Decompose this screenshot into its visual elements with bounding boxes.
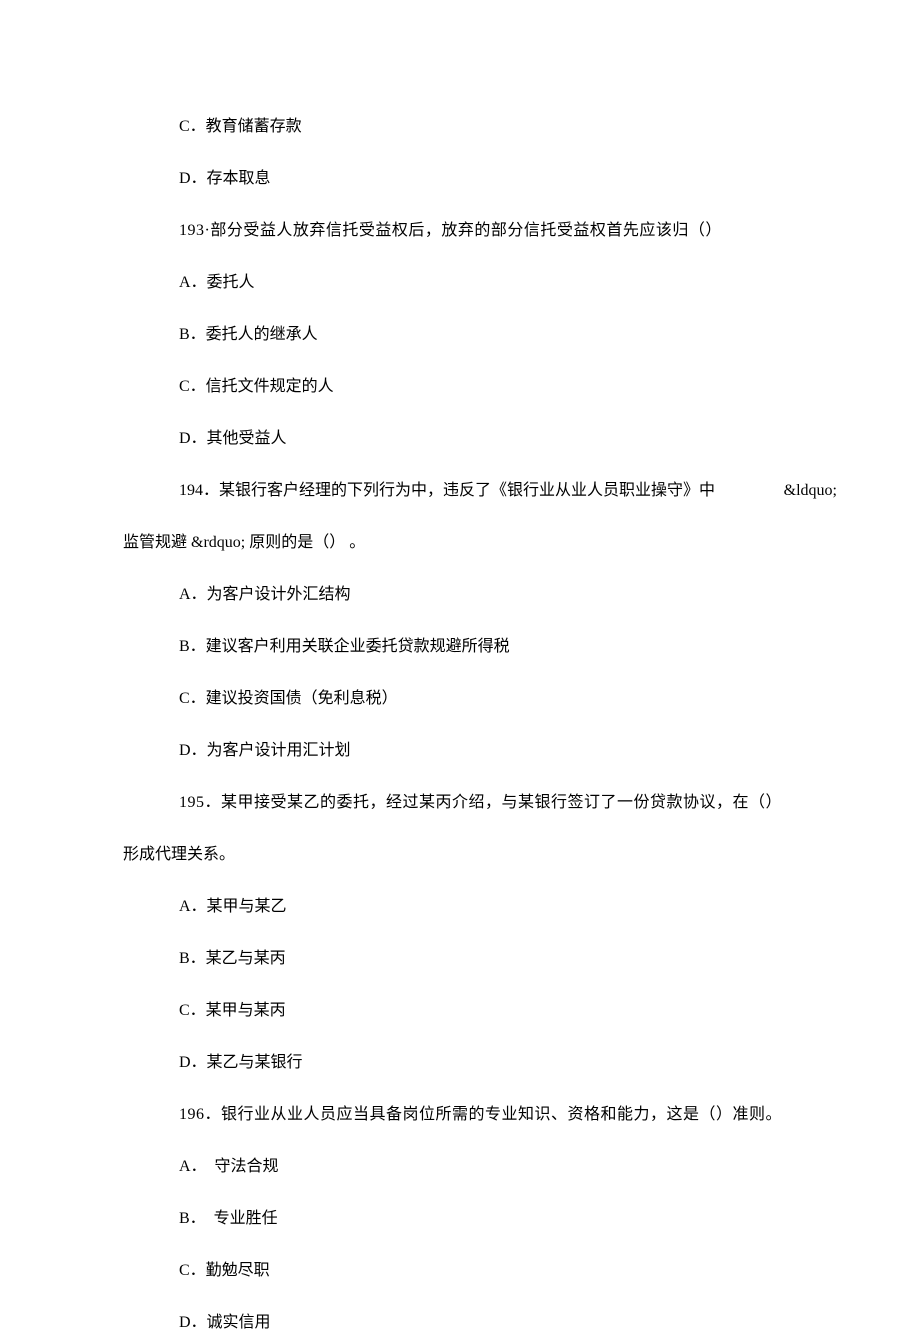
- text-line: A．为客户设计外汇结构: [123, 583, 870, 607]
- text-line: B．建议客户利用关联企业委托贷款规避所得税: [123, 635, 870, 659]
- text-line: D．存本取息: [123, 167, 870, 191]
- text-line: 195．某甲接受某乙的委托，经过某丙介绍，与某银行签订了一份贷款协议，在（）: [123, 791, 870, 815]
- text-line: 监管规避 &rdquo; 原则的是（） 。: [123, 531, 870, 555]
- text-line: B．某乙与某丙: [123, 947, 870, 971]
- text-line: C．某甲与某丙: [123, 999, 870, 1023]
- text-line: C．信托文件规定的人: [123, 375, 870, 399]
- text-line: 196．银行业从业人员应当具备岗位所需的专业知识、资格和能力，这是（）准则。: [123, 1103, 870, 1127]
- text-line: D．某乙与某银行: [123, 1051, 870, 1075]
- text-line: 194．某银行客户经理的下列行为中，违反了《银行业从业人员职业操守》中&ldqu…: [123, 479, 870, 503]
- text-line: 193·部分受益人放弃信托受益权后，放弃的部分信托受益权首先应该归（）: [123, 219, 870, 243]
- text-line: 形成代理关系。: [123, 843, 870, 867]
- document-content: C．教育储蓄存款 D．存本取息 193·部分受益人放弃信托受益权后，放弃的部分信托受…: [123, 115, 870, 1335]
- text-line: C．建议投资国债（免利息税）: [123, 687, 870, 711]
- text-line: A．委托人: [123, 271, 870, 295]
- text-line: C．教育储蓄存款: [123, 115, 870, 139]
- text-line: D．其他受益人: [123, 427, 870, 451]
- text-line: D．为客户设计用汇计划: [123, 739, 870, 763]
- text-line: C．勤勉尽职: [123, 1259, 870, 1283]
- text-span: 194．某银行客户经理的下列行为中，违反了《银行业从业人员职业操守》中: [179, 479, 715, 503]
- text-line: B． 专业胜任: [123, 1207, 870, 1231]
- text-line: A． 守法合规: [123, 1155, 870, 1179]
- text-line: B．委托人的继承人: [123, 323, 870, 347]
- text-line: D．诚实信用: [123, 1311, 870, 1335]
- text-line: A．某甲与某乙: [123, 895, 870, 919]
- text-span: &ldquo;: [715, 479, 870, 503]
